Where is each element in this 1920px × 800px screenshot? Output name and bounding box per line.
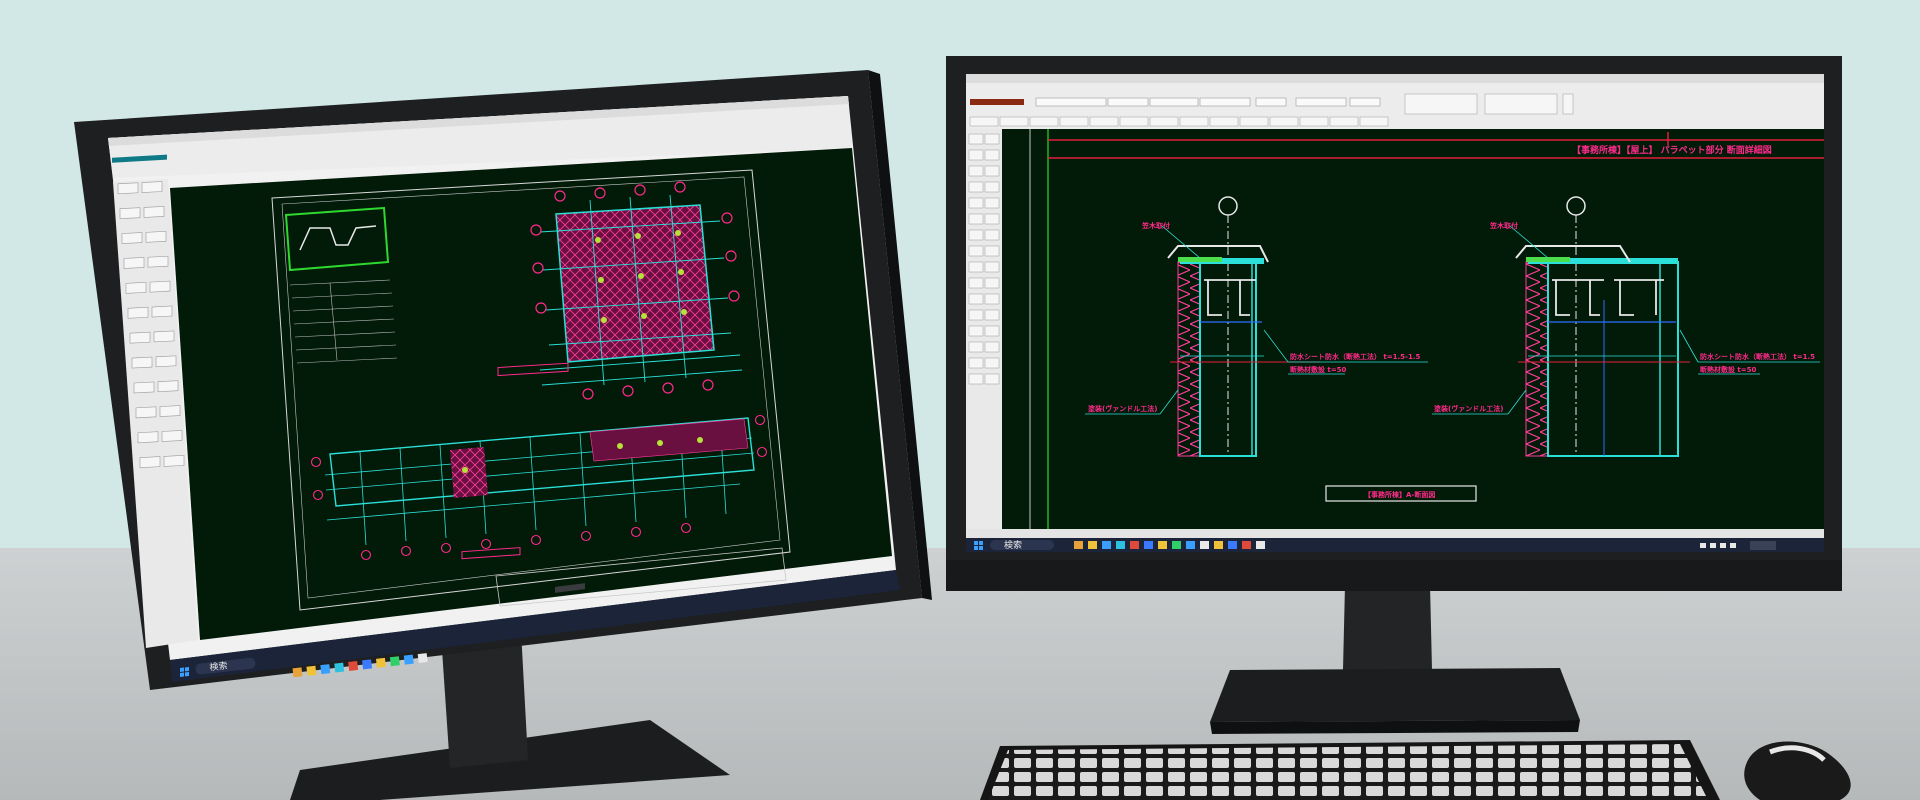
left-section-insulation	[1177, 261, 1201, 457]
right-monitor-screen: 【事務所棟】【屋上】 パラペット部分 断面詳細図 笠木取付 防水シート防水（断熱…	[966, 74, 1824, 552]
right-cad-title-bar	[966, 74, 1824, 83]
left-cad-section-hatch	[450, 447, 488, 498]
left-section-label-right: 防水シート防水（断熱工法） t=1.5-1.5	[1290, 352, 1420, 361]
left-monitor-screen: 検索	[108, 96, 900, 682]
right-taskbar-search-label: 検索	[1004, 539, 1022, 551]
left-cad-drawing-area	[170, 148, 892, 640]
right-cad-toolbar-fields	[1035, 97, 1381, 107]
right-cad-footer-label: 【事務所棟】A-断面図	[1364, 490, 1435, 499]
right-monitor-stand-foot	[1210, 720, 1580, 734]
right-cad-drawing-area	[1002, 129, 1824, 529]
right-section-label-right-2: 断熱材敷設 t=50	[1700, 365, 1757, 374]
right-cad-color-swatch	[970, 99, 1024, 105]
left-section-label-right-2: 断熱材敷設 t=50	[1290, 365, 1347, 374]
right-monitor-stand-neck	[1343, 585, 1432, 670]
left-cad-roof-plan	[555, 204, 715, 363]
right-monitor-chin	[946, 560, 1842, 591]
right-section-insulation	[1525, 261, 1549, 457]
left-section-label-bottom: 塗装(ヴァンドル工法)	[1088, 404, 1157, 413]
right-cad-status-bar	[966, 529, 1824, 538]
keyboard	[980, 740, 1720, 800]
left-section-label-top: 笠木取付	[1141, 221, 1170, 230]
right-cad-tool-buttons	[1404, 93, 1574, 115]
photo-scene: 検索 【事務所棟】【屋上】 パラペット部分 断面詳細図 笠木取付 防水シート防水…	[0, 0, 1920, 800]
right-cad-header-label: 【事務所棟】【屋上】 パラペット部分 断面詳細図	[1572, 144, 1772, 156]
keyboard-keys	[988, 744, 1708, 800]
right-monitor-stand-base	[1210, 668, 1580, 722]
right-section-label-right: 防水シート防水（断熱工法） t=1.5	[1700, 352, 1815, 361]
right-section-label-bottom: 塗装(ヴァンドル工法)	[1434, 404, 1503, 413]
right-section-label-top: 笠木取付	[1489, 221, 1518, 230]
